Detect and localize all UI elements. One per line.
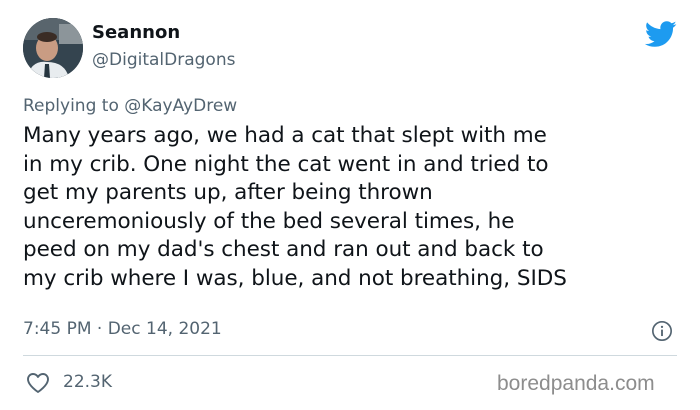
heart-icon[interactable] bbox=[26, 372, 50, 394]
avatar[interactable] bbox=[23, 18, 83, 78]
replying-to: Replying to @KayAyDrew bbox=[23, 96, 237, 116]
info-icon[interactable] bbox=[651, 320, 673, 342]
tweet-timestamp[interactable]: 7:45 PM · Dec 14, 2021 bbox=[23, 319, 222, 339]
tweet-text: Many years ago, we had a cat that slept … bbox=[23, 123, 567, 291]
twitter-bird-icon[interactable] bbox=[645, 18, 677, 50]
divider bbox=[23, 355, 677, 356]
replying-to-label: Replying to bbox=[23, 96, 119, 116]
author-handle[interactable]: @DigitalDragons bbox=[92, 50, 235, 70]
mention-link[interactable]: @KayAyDrew bbox=[124, 96, 237, 116]
author-name[interactable]: Seannon bbox=[92, 22, 180, 43]
like-count: 22.3K bbox=[63, 372, 112, 392]
watermark: boredpanda.com bbox=[497, 372, 655, 395]
